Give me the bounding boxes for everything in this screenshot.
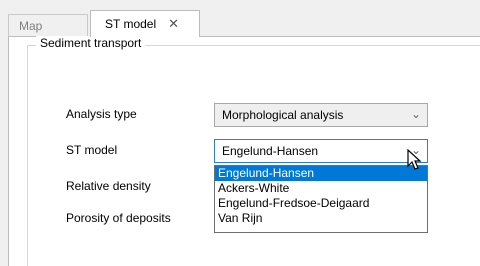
porosity-label: Porosity of deposits <box>66 211 171 225</box>
st-model-select[interactable]: Engelund-Hansen ⌄ <box>214 139 428 163</box>
tab-map[interactable]: Map <box>8 14 88 36</box>
tab-st-model[interactable]: ST model ✕ <box>90 10 200 37</box>
analysis-type-select[interactable]: Morphological analysis ⌄ <box>214 103 428 127</box>
tab-st-model-label: ST model <box>105 17 157 31</box>
groupbox-title: Sediment transport <box>36 36 146 50</box>
analysis-type-value: Morphological analysis <box>222 108 344 122</box>
analysis-type-label: Analysis type <box>66 107 137 121</box>
dropdown-option[interactable]: Engelund-Fredsoe-Deigaard <box>215 196 427 211</box>
tab-map-label: Map <box>19 18 43 33</box>
dropdown-option[interactable]: Van Rijn <box>215 211 427 226</box>
mouse-pointer-icon <box>407 148 423 174</box>
st-model-label: ST model <box>66 143 118 157</box>
relative-density-label: Relative density <box>66 179 151 193</box>
st-model-dropdown-list: Engelund-Hansen Ackers-White Engelund-Fr… <box>214 165 428 233</box>
tab-strip: Map ST model ✕ <box>8 8 480 38</box>
st-model-value: Engelund-Hansen <box>222 144 319 158</box>
dropdown-option[interactable]: Ackers-White <box>215 181 427 196</box>
chevron-down-icon: ⌄ <box>410 107 421 121</box>
close-icon[interactable]: ✕ <box>168 16 179 32</box>
dropdown-option[interactable]: Engelund-Hansen <box>215 166 427 181</box>
